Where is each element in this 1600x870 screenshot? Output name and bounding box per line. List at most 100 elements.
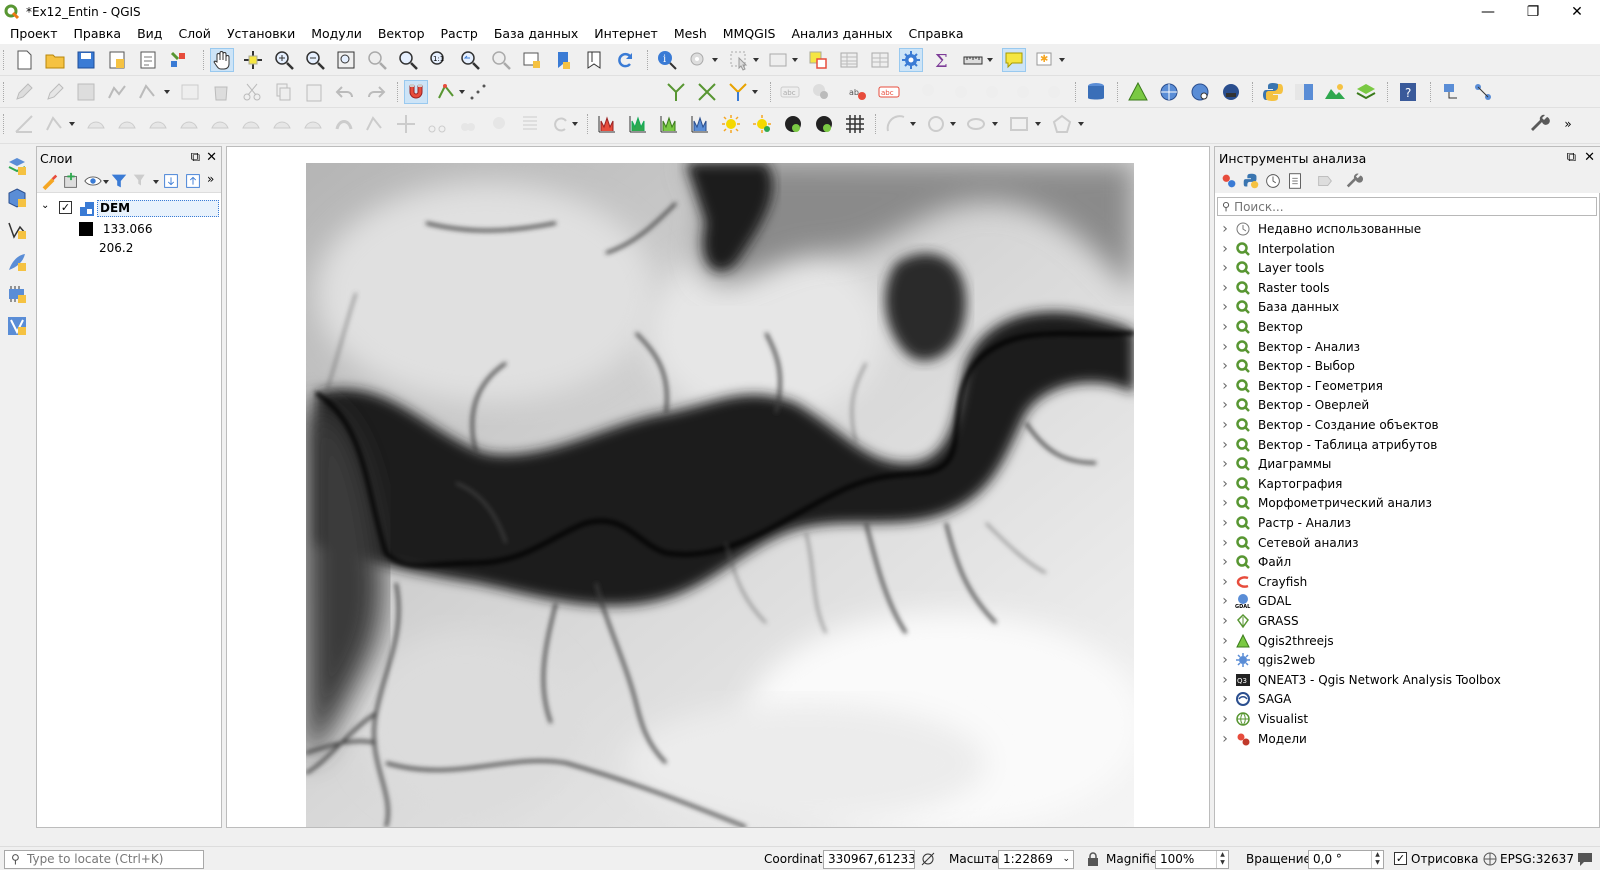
layer-name[interactable]: DEM — [97, 200, 219, 217]
toolbar-tool-button[interactable] — [1528, 112, 1552, 136]
chevron-right-icon[interactable]: › — [1215, 417, 1235, 433]
processing-provider-item[interactable]: › Файл — [1215, 552, 1291, 572]
expand-all-button[interactable] — [161, 171, 181, 191]
add-group-button[interactable] — [61, 171, 81, 191]
scale-combobox[interactable]: 1:22869 ⌄ — [998, 850, 1074, 869]
close-button[interactable]: ✕ — [1554, 0, 1600, 24]
menu-layer[interactable]: Слой — [170, 24, 219, 44]
label-toolbar-button-9[interactable] — [1042, 80, 1066, 104]
chevron-right-icon[interactable]: › — [1215, 593, 1235, 609]
processing-provider-item[interactable]: › Картография — [1215, 474, 1342, 494]
processing-options-button[interactable] — [1345, 171, 1365, 191]
chevron-right-icon[interactable]: › — [1215, 535, 1235, 551]
crs-button[interactable]: EPSG:32637 — [1500, 851, 1574, 867]
chevron-right-icon[interactable]: › — [1215, 456, 1235, 472]
locator-search[interactable]: ⚲ Type to locate (Ctrl+K) — [4, 850, 204, 869]
web-globe-button-1[interactable] — [1157, 80, 1181, 104]
label-toolbar-button-8[interactable] — [1011, 80, 1035, 104]
plugin-button-3[interactable] — [1354, 80, 1378, 104]
zoom-to-layer-button[interactable] — [396, 48, 420, 72]
select-features-button[interactable] — [727, 48, 751, 72]
label-toolbar-button-6[interactable] — [949, 80, 973, 104]
zoom-in-button[interactable] — [272, 48, 296, 72]
chevron-right-icon[interactable]: › — [1215, 358, 1235, 374]
shape-tool-button-5[interactable] — [1050, 112, 1074, 136]
chevron-right-icon[interactable]: › — [1215, 299, 1235, 315]
plugin-button-4[interactable] — [1440, 80, 1464, 104]
viewshed-button-2[interactable] — [812, 112, 836, 136]
add-feature-button[interactable] — [105, 80, 129, 104]
zoom-out-button[interactable] — [303, 48, 327, 72]
processing-provider-item[interactable]: › Qgis2threejs — [1215, 631, 1333, 651]
snapping-intersection-button[interactable] — [695, 80, 719, 104]
reshape-button-13[interactable] — [456, 112, 480, 136]
actions-button[interactable] — [686, 48, 710, 72]
label-toolbar-button-7[interactable] — [980, 80, 1004, 104]
chevron-right-icon[interactable]: › — [1215, 339, 1235, 355]
profile-tool-button-2[interactable] — [626, 112, 650, 136]
processing-provider-item[interactable]: › Visualist — [1215, 709, 1308, 729]
processing-provider-item[interactable]: › Crayfish — [1215, 572, 1307, 592]
chevron-right-icon[interactable]: › — [1215, 554, 1235, 570]
new-project-button[interactable] — [12, 48, 36, 72]
float-panel-icon[interactable]: ⧉ — [191, 150, 200, 165]
processing-provider-item[interactable]: › Сетевой анализ — [1215, 533, 1358, 553]
processing-provider-item[interactable]: › Layer tools — [1215, 258, 1324, 278]
advanced-digitizing-button[interactable] — [12, 112, 36, 136]
processing-provider-item[interactable]: › GRASS — [1215, 611, 1298, 631]
sun-tool-button-1[interactable] — [719, 112, 743, 136]
coordinate-field[interactable]: 330967,6123382 — [823, 850, 915, 869]
style-manager-button[interactable] — [167, 48, 191, 72]
reshape-button-5[interactable] — [208, 112, 232, 136]
processing-provider-item[interactable]: › Диаграммы — [1215, 454, 1331, 474]
processing-provider-item[interactable]: › Вектор — [1215, 317, 1303, 337]
shape-tool-button-1[interactable] — [884, 112, 908, 136]
processing-toolbox-button[interactable] — [899, 48, 923, 72]
zoom-last-button[interactable] — [458, 48, 482, 72]
filter-legend-button[interactable] — [109, 171, 129, 191]
identify-button[interactable]: i — [655, 48, 679, 72]
processing-provider-item[interactable]: › Interpolation — [1215, 239, 1335, 259]
statistics-button[interactable]: Σ — [930, 48, 954, 72]
results-viewer-button[interactable] — [1285, 171, 1305, 191]
measure-button[interactable] — [961, 48, 985, 72]
menu-plugins[interactable]: Модули — [303, 24, 370, 44]
processing-provider-item[interactable]: › Морфометрический анализ — [1215, 493, 1432, 513]
new-geopackage-layer-button[interactable] — [5, 186, 29, 210]
paste-features-button[interactable] — [302, 80, 326, 104]
label-toolbar-button-2[interactable] — [809, 80, 833, 104]
processing-provider-item[interactable]: › Вектор - Геометрия — [1215, 376, 1383, 396]
menu-processing[interactable]: Анализ данных — [783, 24, 900, 44]
chevron-right-icon[interactable]: › — [1215, 672, 1235, 688]
processing-provider-item[interactable]: › Вектор - Создание объектов — [1215, 415, 1438, 435]
menu-database[interactable]: База данных — [486, 24, 586, 44]
collapse-all-button[interactable] — [183, 171, 203, 191]
layer-visibility-checkbox[interactable]: ✓ — [59, 201, 72, 214]
chevron-right-icon[interactable]: › — [1215, 711, 1235, 727]
lock-scale-icon[interactable] — [1086, 851, 1100, 867]
zoom-next-button[interactable] — [489, 48, 513, 72]
map-tips-button[interactable] — [1002, 48, 1026, 72]
web-globe-button-2[interactable] — [1188, 80, 1212, 104]
chevron-right-icon[interactable]: › — [1215, 241, 1235, 257]
scripts-button[interactable] — [1241, 171, 1261, 191]
models-button[interactable] — [1219, 171, 1239, 191]
plugin-button-5[interactable] — [1471, 80, 1495, 104]
cut-features-button[interactable] — [240, 80, 264, 104]
menu-web[interactable]: Интернет — [586, 24, 666, 44]
panel-overflow-icon[interactable]: » — [207, 172, 214, 186]
reshape-button-8[interactable] — [301, 112, 325, 136]
layout-manager-button[interactable] — [136, 48, 160, 72]
reshape-button-9[interactable] — [332, 112, 356, 136]
shape-tool-button-4[interactable] — [1007, 112, 1031, 136]
processing-provider-item[interactable]: › Недавно использованные — [1215, 219, 1421, 239]
processing-search-box[interactable]: ⚲ — [1217, 197, 1597, 216]
close-panel-icon[interactable]: ✕ — [1584, 150, 1595, 165]
new-spatialite-layer-button[interactable] — [5, 250, 29, 274]
save-project-button[interactable] — [74, 48, 98, 72]
rotation-spinbox[interactable]: 0,0 ° ▲ ▼ — [1308, 850, 1384, 869]
label-toolbar-button-1[interactable]: abc — [778, 80, 802, 104]
new-temporary-layer-button[interactable] — [5, 282, 29, 306]
show-bookmarks-button[interactable] — [582, 48, 606, 72]
reshape-button-6[interactable] — [239, 112, 263, 136]
